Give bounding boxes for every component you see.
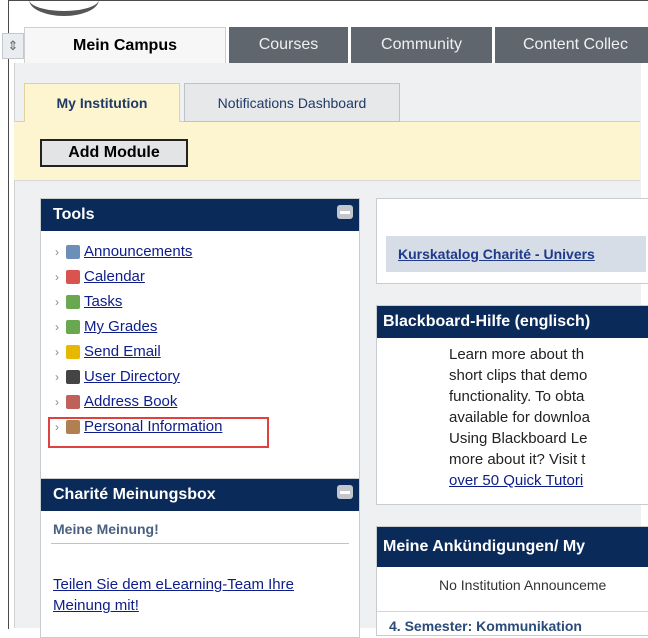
help-line: functionality. To obta [449, 388, 585, 405]
announcements-icon [66, 244, 80, 259]
user-directory-icon [66, 369, 80, 384]
help-module: Blackboard-Hilfe (englisch) Learn more a… [376, 305, 648, 505]
meinungsbox-title: Charité Meinungsbox [53, 486, 216, 503]
chevron-right-icon: › [55, 319, 59, 334]
announcements-semester[interactable]: 4. Semester: Kommunikation [377, 611, 648, 634]
help-module-header: Blackboard-Hilfe (englisch) [377, 306, 648, 338]
tool-item[interactable]: › Calendar [55, 264, 359, 289]
chevron-right-icon: › [55, 269, 59, 284]
tasks-icon [66, 294, 80, 309]
tool-link[interactable]: Send Email [84, 343, 161, 360]
tool-link[interactable]: Address Book [84, 393, 177, 410]
tool-link[interactable]: User Directory [84, 368, 180, 385]
tool-item[interactable]: › Announcements [55, 239, 359, 264]
calendar-icon [66, 269, 80, 284]
help-line: Using Blackboard Le [449, 430, 588, 447]
help-line: Learn more about th [449, 346, 585, 363]
help-text: Learn more about th short clips that dem… [377, 338, 648, 491]
tools-module-title: Tools [53, 206, 95, 223]
help-module-title: Blackboard-Hilfe (englisch) [383, 313, 591, 330]
help-line: available for downloa [449, 409, 590, 426]
chevron-right-icon: › [55, 294, 59, 309]
tool-item[interactable]: › Address Book [55, 389, 359, 414]
help-line: short clips that demo [449, 367, 588, 384]
tab-mein-campus[interactable]: Mein Campus [24, 27, 226, 63]
meinungsbox-subtitle: Meine Meinung! [51, 511, 349, 544]
tool-item[interactable]: › My Grades [55, 314, 359, 339]
announcements-empty-text: No Institution Announceme [439, 577, 607, 593]
tab-community[interactable]: Community [350, 27, 492, 63]
subtab-notifications-dashboard[interactable]: Notifications Dashboard [184, 83, 400, 122]
announcements-module: Meine Ankündigungen/ My No Institution A… [376, 526, 648, 636]
tab-courses[interactable]: Courses [228, 27, 348, 63]
chevron-right-icon: › [55, 244, 59, 259]
grades-icon [66, 319, 80, 334]
tool-link[interactable]: Announcements [84, 243, 192, 260]
panel-toggle-handle[interactable]: ⇕ [2, 33, 24, 59]
tools-list: › Announcements › Calendar › Tasks › My Grades ›… [41, 231, 359, 439]
subtab-my-institution[interactable]: My Institution [24, 83, 180, 122]
address-book-icon [66, 394, 80, 409]
announcements-title: Meine Ankündigungen/ My [383, 538, 586, 555]
meinungsbox-link-line2[interactable]: Meinung mit! [53, 595, 347, 616]
tool-link[interactable]: Calendar [84, 268, 145, 285]
meinungsbox-link-line1[interactable]: Teilen Sie dem eLearning-Team Ihre [53, 574, 347, 595]
minimize-icon[interactable] [337, 205, 353, 219]
tool-item[interactable]: › User Directory [55, 364, 359, 389]
kurskatalog-link[interactable]: Kurskatalog Charité - Univers [386, 236, 646, 272]
logo-icon [29, 1, 99, 16]
meinungsbox-module: Charité Meinungsbox Meine Meinung! Teile… [40, 478, 360, 638]
add-module-button[interactable]: Add Module [40, 139, 188, 167]
highlight-box [48, 417, 269, 448]
tool-link[interactable]: My Grades [84, 318, 157, 335]
tab-content-collection[interactable]: Content Collec [494, 27, 648, 63]
chevron-right-icon: › [55, 394, 59, 409]
announcements-header: Meine Ankündigungen/ My [377, 527, 648, 567]
tool-item[interactable]: › Send Email [55, 339, 359, 364]
tools-module-header: Tools [41, 199, 359, 231]
email-icon [66, 344, 80, 359]
minimize-icon[interactable] [337, 485, 353, 499]
chevron-right-icon: › [55, 369, 59, 384]
chevron-right-icon: › [55, 344, 59, 359]
meinungsbox-header: Charité Meinungsbox [41, 479, 359, 511]
tool-item[interactable]: › Tasks [55, 289, 359, 314]
quick-tutorials-link[interactable]: over 50 Quick Tutori [449, 470, 648, 491]
help-line: more about it? Visit t [449, 451, 586, 468]
tool-link[interactable]: Tasks [84, 293, 122, 310]
